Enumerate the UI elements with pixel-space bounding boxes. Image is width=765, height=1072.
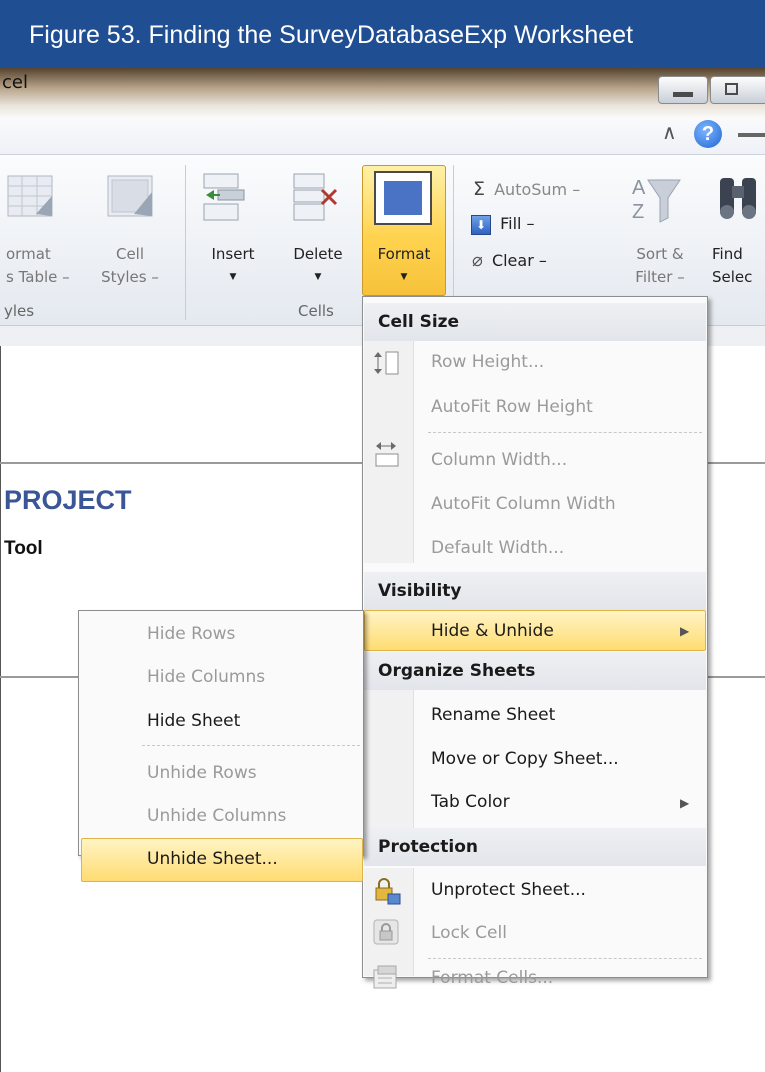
delete-button[interactable]: Delete ▼: [280, 243, 356, 289]
submenu-arrow-icon: ▶: [680, 624, 690, 638]
insert-dropdown-icon: ▼: [229, 272, 237, 282]
unhide-columns-item[interactable]: Unhide Columns: [147, 806, 286, 826]
find-select-label-line1: Find: [712, 245, 743, 263]
binoculars-icon: [712, 172, 765, 222]
figure-caption: Figure 53. Finding the SurveyDatabaseExp…: [0, 0, 765, 68]
minimize-button[interactable]: [658, 76, 708, 104]
format-as-table-label-line1: ormat: [6, 245, 51, 263]
cell-styles-icon: [106, 174, 154, 218]
fill-button[interactable]: ⬇ Fill –: [471, 214, 535, 235]
sheet-border-line: [706, 462, 765, 464]
rename-sheet-item[interactable]: Rename Sheet: [431, 705, 555, 725]
sheet-border-line: [0, 462, 365, 464]
format-as-table-label-line2: s Table –: [6, 268, 70, 286]
format-cells-item[interactable]: Format Cells...: [431, 968, 553, 988]
unhide-sheet-label: Unhide Sheet...: [147, 849, 278, 869]
format-cells-icon: [374, 171, 432, 225]
format-as-table-icon: [6, 174, 54, 218]
format-dropdown-icon: ▼: [400, 272, 408, 282]
find-select-button[interactable]: Find Selec: [712, 243, 765, 289]
maximize-icon: [725, 83, 738, 95]
svg-text:A: A: [632, 177, 646, 199]
eraser-icon: ⌀: [472, 250, 483, 271]
format-button-label: Format ▼: [362, 243, 446, 289]
styles-group-label: yles: [4, 302, 35, 320]
hide-columns-item[interactable]: Hide Columns: [147, 667, 265, 687]
delete-label: Delete: [293, 245, 343, 263]
row-height-item[interactable]: Row Height...: [431, 352, 544, 372]
organize-sheets-section-header: Organize Sheets: [364, 652, 706, 690]
group-separator: [185, 165, 186, 320]
submenu-arrow-icon: ▶: [680, 796, 690, 810]
sort-filter-button[interactable]: Sort & Filter –: [628, 243, 692, 289]
cell-styles-label-line2: Styles –: [101, 268, 159, 286]
sheet-border-line: [706, 676, 765, 678]
minimize-icon: [673, 92, 693, 97]
cell-styles-button[interactable]: Cell Styles –: [90, 243, 170, 289]
insert-button[interactable]: Insert ▼: [198, 243, 268, 289]
visibility-section-header: Visibility: [364, 572, 706, 610]
sheet-project-subtitle: Tool: [4, 538, 43, 559]
column-width-item[interactable]: Column Width...: [431, 450, 567, 470]
find-select-label-line2: Selec: [712, 268, 753, 286]
minimize-ribbon-caret-icon[interactable]: ∧: [662, 120, 677, 144]
window-control-icon[interactable]: [738, 133, 765, 137]
sort-filter-label-line1: Sort &: [636, 245, 684, 263]
menu-separator: [142, 745, 360, 746]
hide-sheet-item[interactable]: Hide Sheet: [147, 711, 240, 731]
sort-filter-label-line2: Filter –: [635, 268, 685, 286]
ribbon-tab-row: [0, 118, 765, 155]
row-height-icon: [372, 348, 402, 378]
sheet-project-title: PROJECT: [4, 485, 132, 515]
hide-rows-item[interactable]: Hide Rows: [147, 624, 235, 644]
move-copy-sheet-item[interactable]: Move or Copy Sheet...: [431, 749, 619, 769]
maximize-button[interactable]: [710, 76, 765, 104]
sigma-icon: Σ: [473, 178, 486, 200]
clear-label: Clear –: [491, 251, 547, 270]
delete-dropdown-icon: ▼: [314, 272, 322, 282]
tab-color-item[interactable]: Tab Color: [431, 792, 510, 812]
clear-button[interactable]: ⌀ Clear –: [472, 250, 547, 271]
lock-cell-item[interactable]: Lock Cell: [431, 923, 507, 943]
fill-down-icon: ⬇: [471, 214, 491, 235]
menu-icon-gutter: [364, 690, 414, 830]
cell-styles-label-line1: Cell: [115, 245, 145, 263]
lock-cell-icon: [372, 918, 402, 948]
protection-section-header: Protection: [364, 828, 706, 866]
sort-filter-icon: AZ: [628, 172, 682, 226]
sheet-border-line: [0, 676, 80, 678]
unprotect-sheet-item[interactable]: Unprotect Sheet...: [431, 880, 586, 900]
default-width-item[interactable]: Default Width...: [431, 538, 564, 558]
autofit-column-width-item[interactable]: AutoFit Column Width: [431, 494, 616, 514]
hide-unhide-label: Hide & Unhide: [431, 621, 554, 641]
menu-separator: [428, 958, 702, 959]
help-icon[interactable]: ?: [694, 120, 722, 148]
menu-separator: [428, 432, 702, 433]
unprotect-sheet-icon: [372, 876, 402, 906]
title-bar: [0, 68, 765, 118]
autosum-button[interactable]: Σ AutoSum –: [473, 178, 580, 200]
insert-label: Insert: [211, 245, 255, 263]
autosum-label: AutoSum –: [494, 180, 581, 199]
fill-label: Fill –: [500, 214, 535, 233]
app-title: cel: [2, 72, 28, 93]
unhide-rows-item[interactable]: Unhide Rows: [147, 763, 257, 783]
format-label: Format: [377, 245, 431, 263]
column-width-icon: [372, 440, 402, 470]
svg-text:Z: Z: [632, 201, 644, 223]
autofit-row-height-item[interactable]: AutoFit Row Height: [431, 397, 593, 417]
delete-cells-icon: [290, 172, 340, 222]
format-cells-menu-icon: [372, 964, 402, 994]
format-as-table-button[interactable]: ormat s Table –: [0, 243, 78, 289]
cell-size-section-header: Cell Size: [364, 303, 706, 341]
insert-cells-icon: [200, 172, 248, 222]
cells-group-label: Cells: [298, 302, 334, 320]
